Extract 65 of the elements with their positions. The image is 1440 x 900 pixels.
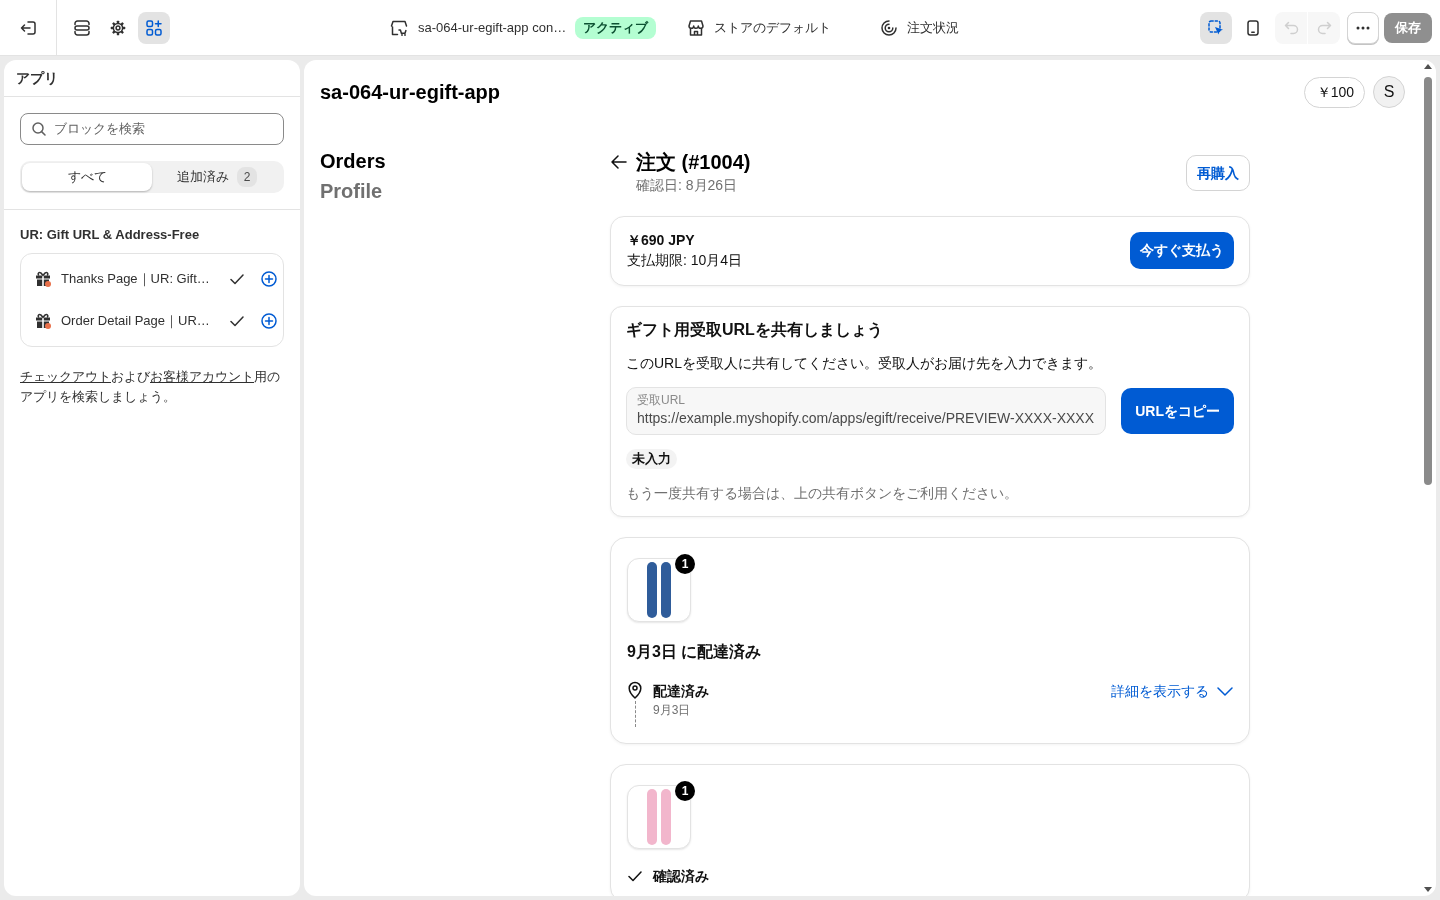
inspector-button[interactable] — [1200, 11, 1232, 44]
app-block-name[interactable]: Order Detail Page｜UR… — [61, 311, 210, 331]
help-text: チェックアウト およびお客様アカウント用のアプリを検索しましょう。 — [20, 368, 281, 406]
apps-button[interactable] — [138, 11, 170, 44]
nav-link[interactable]: Orders — [320, 146, 610, 176]
scroll-down-icon[interactable] — [1424, 887, 1432, 892]
storefront-icon — [688, 19, 705, 36]
grid-plus-icon — [146, 19, 162, 36]
settings-icon — [110, 19, 126, 36]
help-link[interactable]: お客様アカウント — [150, 369, 254, 384]
panel-title: アプリ — [4, 60, 300, 97]
location-pin-icon — [628, 681, 642, 699]
card-description: このURLを受取人に共有してください。受取人がお届け先を入力できます。 — [626, 354, 1103, 373]
show-details-link[interactable]: 詳細を表示する — [1111, 681, 1233, 701]
quantity-badge: 1 — [675, 554, 695, 574]
chevron-down-icon — [1217, 686, 1233, 696]
share-note: もう一度共有する場合は、上の共有ボタンをご利用ください。 — [626, 484, 1019, 503]
url-field[interactable]: 受取URL https://example.myshopify.com/apps/egift/receive/PREVIEW-XXXX-XXXX — [626, 387, 1107, 435]
order-title: 注文 (#1004) — [636, 150, 752, 175]
pay-now-button[interactable]: 今すぐ支払う — [1130, 231, 1234, 269]
theme-selector[interactable]: ストアのデフォルト — [688, 11, 832, 44]
stacked-rows-icon — [74, 19, 90, 36]
shop-name: sa-064-ur-egift-app — [320, 80, 501, 105]
count-badge: 2 — [237, 167, 257, 187]
event-date: 9月3日 — [653, 702, 692, 719]
filter-tab[interactable]: すべて — [22, 163, 152, 191]
amount-due: ￥690 JPY — [627, 231, 696, 250]
store-selector[interactable]: sa-064-ur-egift-app con… — [390, 11, 567, 44]
filter-tab[interactable]: 追加済み 2 — [152, 163, 282, 191]
event-title: 確認済み — [653, 867, 710, 886]
gift-icon — [35, 313, 51, 329]
check-icon — [628, 871, 642, 882]
payment-due-date: 支払期限: 10月4日 — [627, 251, 743, 270]
quantity-badge: 1 — [675, 781, 695, 801]
help-link[interactable]: チェックアウト — [20, 369, 111, 384]
reorder-button[interactable]: 再購入 — [1186, 155, 1250, 191]
search-field[interactable]: ブロックを検索 — [20, 113, 284, 145]
scrollbar-thumb[interactable] — [1424, 77, 1432, 485]
nav-link[interactable]: Profile — [320, 176, 610, 206]
spiral-icon — [881, 19, 898, 36]
app-block-name[interactable]: Thanks Page｜UR: Gift… — [61, 269, 210, 289]
event-title: 配達済み — [653, 682, 710, 701]
redo-icon — [1316, 20, 1332, 35]
undo-icon — [1283, 20, 1299, 35]
page-selector[interactable]: 注文状況 — [881, 11, 960, 44]
search-icon — [32, 122, 46, 136]
avatar[interactable]: S — [1373, 76, 1405, 108]
confirmed-date: 確認日: 8月26日 — [636, 176, 739, 195]
add-circle-icon[interactable] — [260, 271, 277, 287]
delivery-heading: 9月3日 に配達済み — [627, 642, 763, 662]
card-title: ギフト用受取URLを共有しましょう — [626, 320, 884, 341]
cursor-select-icon — [1208, 19, 1224, 36]
timeline-connector — [634, 701, 636, 727]
gift-icon — [35, 271, 51, 287]
phone-icon — [1247, 19, 1259, 36]
add-circle-icon[interactable] — [260, 313, 277, 329]
more-icon — [1356, 25, 1370, 30]
status-badge: アクティブ — [575, 16, 657, 39]
store-cart-icon — [390, 19, 408, 36]
scroll-up-icon[interactable] — [1424, 64, 1432, 69]
back-arrow-icon[interactable] — [611, 155, 627, 169]
section-title: UR: Gift URL & Address-Free — [20, 226, 201, 244]
copy-url-button[interactable]: URLをコピー — [1121, 388, 1234, 434]
exit-icon — [20, 20, 36, 35]
status-badge: 未入力 — [626, 449, 677, 469]
